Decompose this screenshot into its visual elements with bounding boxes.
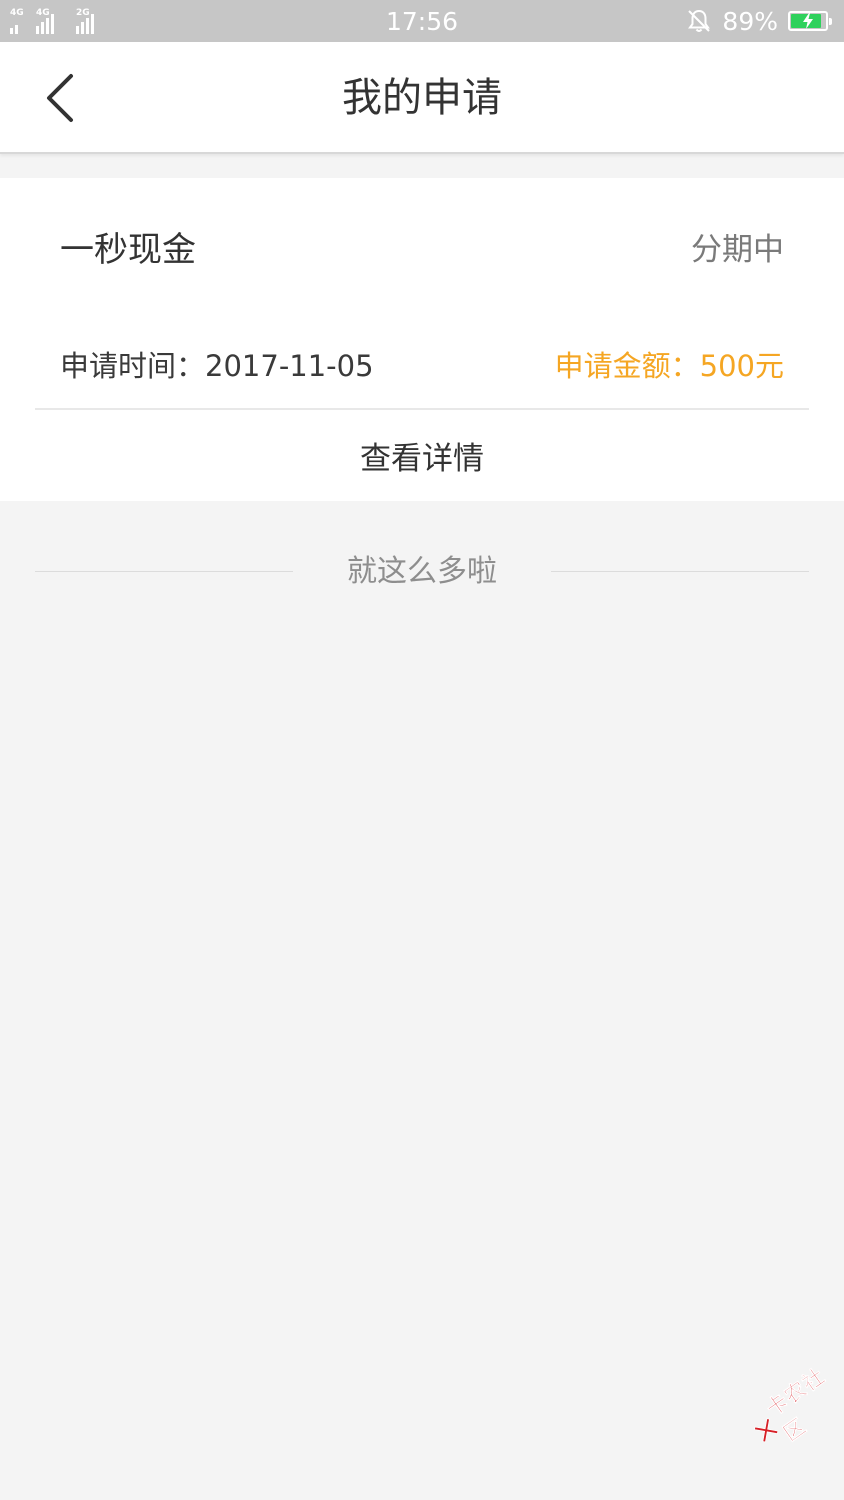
apply-amount: 申请金额：500元 [555,346,784,386]
product-name: 一秒现金 [60,230,196,270]
battery-percent: 89% [722,6,778,36]
apply-time-label: 申请时间： [60,349,206,383]
divider [551,571,809,572]
screen: 4G 4G 2G 17:56 89% 我的申请 一秒现金 分期中 申请时间：20… [0,0,844,1500]
status-right: 89% [686,6,832,36]
battery-charging-icon [788,11,832,31]
muted-bell-icon [686,8,712,34]
list-end-text: 就这么多啦 [347,554,497,589]
apply-time: 申请时间：2017-11-05 [60,346,374,386]
apply-time-value: 2017-11-05 [205,349,374,383]
application-card: 一秒现金 分期中 申请时间：2017-11-05 申请金额：500元 查看详情 [0,178,844,501]
status-badge: 分期中 [691,232,784,268]
status-bar: 4G 4G 2G 17:56 89% [0,0,844,42]
watermark: 卡农社区 [740,1352,844,1461]
nav-bar: 我的申请 [0,42,844,154]
apply-amount-value: 500元 [699,349,784,383]
apply-amount-label: 申请金额： [554,349,700,383]
page-title: 我的申请 [342,75,502,121]
view-details-button[interactable]: 查看详情 [0,410,844,501]
